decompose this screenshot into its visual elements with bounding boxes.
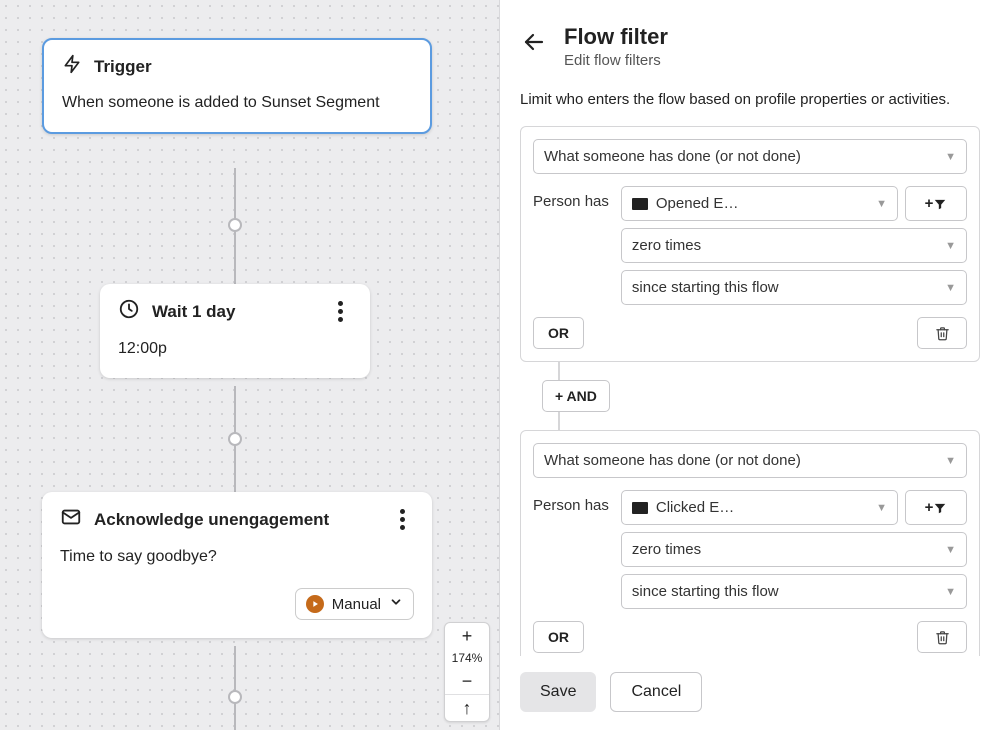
and-connector-line xyxy=(558,362,560,380)
wait-menu-button[interactable] xyxy=(328,300,352,324)
trash-icon xyxy=(935,630,950,645)
flow-canvas[interactable]: Trigger When someone is added to Sunset … xyxy=(0,0,500,730)
timeframe-select[interactable]: since starting this flow ▼ xyxy=(621,574,967,609)
clock-icon xyxy=(118,298,140,325)
timeframe-select[interactable]: since starting this flow ▼ xyxy=(621,270,967,305)
email-node[interactable]: Acknowledge unengagement Time to say goo… xyxy=(42,492,432,638)
caret-down-icon: ▼ xyxy=(945,151,956,163)
zoom-out-button[interactable]: − xyxy=(445,668,489,694)
count-select[interactable]: zero times ▼ xyxy=(621,532,967,567)
status-dot-icon xyxy=(306,595,324,613)
filter-group: What someone has done (or not done) ▼ Pe… xyxy=(520,430,980,656)
metric-select[interactable]: Clicked E… ▼ xyxy=(621,490,898,525)
flow-filter-panel: Flow filter Edit flow filters Limit who … xyxy=(500,0,1000,730)
filter-icon xyxy=(933,501,947,515)
wait-node[interactable]: Wait 1 day 12:00p xyxy=(100,284,370,378)
zoom-percent: 174% xyxy=(445,649,489,668)
or-button[interactable]: OR xyxy=(533,621,584,653)
condition-type-select[interactable]: What someone has done (or not done) ▼ xyxy=(533,139,967,174)
caret-down-icon: ▼ xyxy=(945,586,956,598)
email-icon xyxy=(60,506,82,533)
trigger-title: Trigger xyxy=(94,57,152,77)
connector-line xyxy=(234,646,236,730)
caret-down-icon: ▼ xyxy=(945,282,956,294)
metric-icon xyxy=(632,502,648,514)
trigger-node[interactable]: Trigger When someone is added to Sunset … xyxy=(42,38,432,134)
zoom-reset-button[interactable]: ↑ xyxy=(445,694,489,721)
person-has-label: Person has xyxy=(533,186,609,210)
count-select[interactable]: zero times ▼ xyxy=(621,228,967,263)
connector-port[interactable] xyxy=(228,690,242,704)
panel-title: Flow filter xyxy=(564,24,668,50)
connector-port[interactable] xyxy=(228,432,242,446)
trigger-description: When someone is added to Sunset Segment xyxy=(62,91,412,114)
chevron-down-icon xyxy=(389,595,403,613)
or-button[interactable]: OR xyxy=(533,317,584,349)
condition-type-select[interactable]: What someone has done (or not done) ▼ xyxy=(533,443,967,478)
connector-port[interactable] xyxy=(228,218,242,232)
zoom-in-button[interactable]: + xyxy=(445,623,489,649)
bolt-icon xyxy=(62,54,82,79)
add-property-filter-button[interactable]: + xyxy=(905,490,967,525)
save-button[interactable]: Save xyxy=(520,672,596,712)
caret-down-icon: ▼ xyxy=(945,240,956,252)
back-button[interactable] xyxy=(520,28,548,56)
caret-down-icon: ▼ xyxy=(876,198,887,210)
email-menu-button[interactable] xyxy=(390,508,414,532)
wait-title: Wait 1 day xyxy=(152,302,235,322)
and-button[interactable]: + AND xyxy=(542,380,610,412)
email-title: Acknowledge unengagement xyxy=(94,510,329,530)
trash-icon xyxy=(935,326,950,341)
cancel-button[interactable]: Cancel xyxy=(610,672,702,712)
panel-description: Limit who enters the flow based on profi… xyxy=(520,91,980,108)
email-subject: Time to say goodbye? xyxy=(60,545,414,568)
caret-down-icon: ▼ xyxy=(945,544,956,556)
wait-time: 12:00p xyxy=(118,337,352,360)
metric-icon xyxy=(632,198,648,210)
filter-icon xyxy=(933,197,947,211)
delete-group-button[interactable] xyxy=(917,317,967,349)
panel-subtitle: Edit flow filters xyxy=(564,52,668,69)
zoom-controls: + 174% − ↑ xyxy=(444,622,490,722)
add-property-filter-button[interactable]: + xyxy=(905,186,967,221)
delete-group-button[interactable] xyxy=(917,621,967,653)
email-status-select[interactable]: Manual xyxy=(295,588,414,620)
email-status-label: Manual xyxy=(332,596,381,613)
filter-group: What someone has done (or not done) ▼ Pe… xyxy=(520,126,980,362)
metric-select[interactable]: Opened E… ▼ xyxy=(621,186,898,221)
caret-down-icon: ▼ xyxy=(945,455,956,467)
caret-down-icon: ▼ xyxy=(876,502,887,514)
person-has-label: Person has xyxy=(533,490,609,514)
and-connector-line xyxy=(558,412,560,430)
